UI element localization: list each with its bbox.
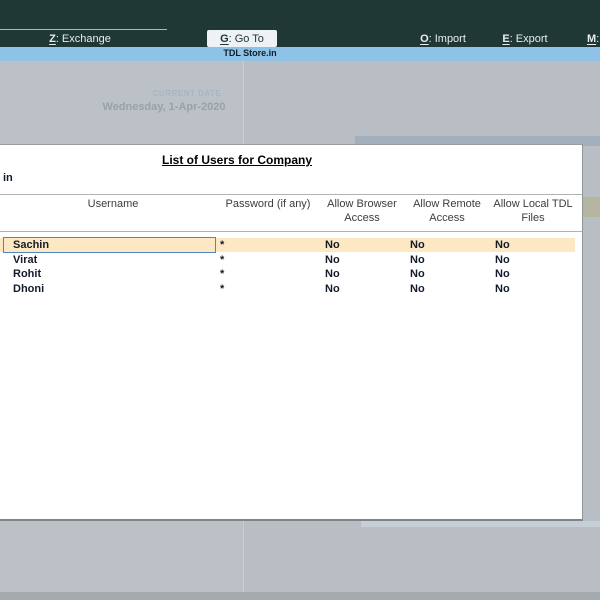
user-row-virat[interactable]: Virat * No No No (0, 253, 575, 267)
menu-key: M (587, 33, 597, 45)
company-name-fragment: in (3, 172, 13, 184)
menu-item-m-truncated[interactable]: M: (587, 33, 600, 45)
user-row-dhoni[interactable]: Dhoni * No No No (0, 282, 575, 296)
tdl-banner: TDL Store.in (0, 47, 600, 61)
list-of-users-dialog: List of Users for Company in Username Pa… (0, 144, 583, 521)
menu-label: Import (434, 33, 466, 45)
column-header-allow-remote-access: Allow Remote Access (413, 198, 481, 224)
menu-label: Go To (234, 32, 264, 45)
username-cell[interactable]: Rohit (13, 267, 41, 281)
menu-key: Z (49, 33, 56, 45)
background-panel-edge-bottom (361, 521, 600, 527)
password-cell[interactable]: * (220, 253, 224, 267)
allow-remote-cell[interactable]: No (410, 238, 425, 252)
header-divider-top (0, 194, 582, 195)
menu-separator: : (228, 32, 232, 45)
allow-browser-cell[interactable]: No (325, 238, 340, 252)
menu-item-exchange[interactable]: Z: Exchange (49, 33, 111, 45)
menu-separator: : (596, 33, 600, 45)
top-menu-bar: Z: Exchange G: Go To O: Import E: Export M: (0, 0, 600, 47)
user-row-sachin[interactable]: Sachin * No No No (0, 237, 575, 253)
allow-browser-cell[interactable]: No (325, 267, 340, 281)
active-tab-underline (0, 29, 167, 30)
allow-remote-cell[interactable]: No (410, 267, 425, 281)
dialog-title: List of Users for Company (161, 153, 313, 167)
password-cell[interactable]: * (220, 238, 224, 252)
menu-separator: : (428, 33, 432, 45)
user-row-rohit[interactable]: Rohit * No No No (0, 267, 575, 281)
allow-browser-cell[interactable]: No (325, 253, 340, 267)
allow-remote-cell[interactable]: No (410, 282, 425, 296)
current-date-label: CURRENT DATE (152, 89, 222, 98)
password-cell[interactable]: * (220, 267, 224, 281)
menu-separator: : (55, 33, 59, 45)
current-date-value: Wednesday, 1-Apr-2020 (102, 101, 226, 113)
allow-local-tdl-cell[interactable]: No (495, 282, 510, 296)
allow-local-tdl-cell[interactable]: No (495, 253, 510, 267)
app-screen: Z: Exchange G: Go To O: Import E: Export M: … (0, 0, 600, 600)
menu-separator: : (509, 33, 513, 45)
column-header-allow-browser-access: Allow Browser Access (327, 198, 397, 224)
background-status-strip (0, 592, 600, 600)
menu-item-export[interactable]: E: Export (502, 33, 547, 45)
menu-label: Export (515, 33, 548, 45)
column-header-allow-local-tdl-files: Allow Local TDL Files (493, 198, 573, 224)
allow-local-tdl-cell[interactable]: No (495, 238, 510, 252)
menu-key: G (220, 32, 229, 45)
allow-browser-cell[interactable]: No (325, 282, 340, 296)
menu-key: O (420, 33, 429, 45)
menu-label: Exchange (61, 33, 111, 45)
username-cell[interactable]: Dhoni (13, 282, 44, 296)
username-cell[interactable]: Sachin (13, 238, 49, 252)
password-cell[interactable]: * (220, 282, 224, 296)
username-cell[interactable]: Virat (13, 253, 37, 267)
column-header-password: Password (if any) (225, 198, 311, 210)
background-dimmed-button (581, 197, 600, 217)
menu-item-import[interactable]: O: Import (420, 33, 466, 45)
tdl-banner-text: TDL Store.in (223, 48, 277, 58)
menu-item-goto-active[interactable]: G: Go To (207, 30, 277, 47)
allow-local-tdl-cell[interactable]: No (495, 267, 510, 281)
column-header-username: Username (87, 198, 139, 210)
header-divider-bottom (0, 231, 582, 232)
allow-remote-cell[interactable]: No (410, 253, 425, 267)
